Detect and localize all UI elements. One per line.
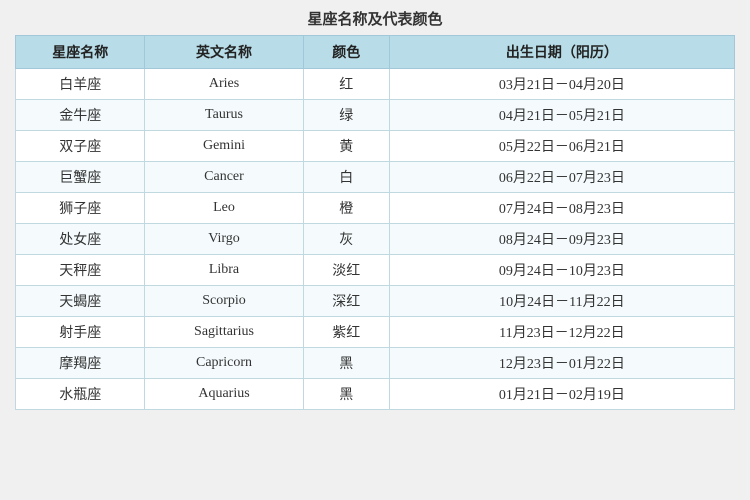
table-row: 天秤座Libra淡红09月24日－10月23日 <box>16 255 735 286</box>
cell-english: Virgo <box>145 224 303 255</box>
cell-color: 红 <box>303 69 389 100</box>
cell-date: 08月24日－09月23日 <box>389 224 734 255</box>
cell-chinese: 射手座 <box>16 317 145 348</box>
cell-chinese: 水瓶座 <box>16 379 145 410</box>
table-row: 金牛座Taurus绿04月21日－05月21日 <box>16 100 735 131</box>
cell-english: Libra <box>145 255 303 286</box>
cell-english: Leo <box>145 193 303 224</box>
cell-date: 01月21日－02月19日 <box>389 379 734 410</box>
cell-chinese: 双子座 <box>16 131 145 162</box>
cell-chinese: 处女座 <box>16 224 145 255</box>
cell-color: 绿 <box>303 100 389 131</box>
cell-date: 06月22日－07月23日 <box>389 162 734 193</box>
table-row: 摩羯座Capricorn黑12月23日－01月22日 <box>16 348 735 379</box>
cell-english: Gemini <box>145 131 303 162</box>
table-row: 处女座Virgo灰08月24日－09月23日 <box>16 224 735 255</box>
table-row: 水瓶座Aquarius黑01月21日－02月19日 <box>16 379 735 410</box>
cell-color: 黑 <box>303 379 389 410</box>
table-row: 双子座Gemini黄05月22日－06月21日 <box>16 131 735 162</box>
cell-date: 04月21日－05月21日 <box>389 100 734 131</box>
cell-chinese: 金牛座 <box>16 100 145 131</box>
header-date: 出生日期（阳历） <box>389 36 734 69</box>
zodiac-table: 星座名称 英文名称 颜色 出生日期（阳历） 白羊座Aries红03月21日－04… <box>15 35 735 410</box>
cell-english: Aquarius <box>145 379 303 410</box>
cell-date: 07月24日－08月23日 <box>389 193 734 224</box>
header-chinese: 星座名称 <box>16 36 145 69</box>
cell-english: Scorpio <box>145 286 303 317</box>
table-row: 巨蟹座Cancer白06月22日－07月23日 <box>16 162 735 193</box>
cell-date: 05月22日－06月21日 <box>389 131 734 162</box>
cell-english: Sagittarius <box>145 317 303 348</box>
cell-english: Capricorn <box>145 348 303 379</box>
cell-chinese: 天秤座 <box>16 255 145 286</box>
table-row: 白羊座Aries红03月21日－04月20日 <box>16 69 735 100</box>
cell-english: Taurus <box>145 100 303 131</box>
cell-color: 淡红 <box>303 255 389 286</box>
cell-color: 深红 <box>303 286 389 317</box>
header-color: 颜色 <box>303 36 389 69</box>
cell-chinese: 狮子座 <box>16 193 145 224</box>
cell-english: Cancer <box>145 162 303 193</box>
cell-chinese: 白羊座 <box>16 69 145 100</box>
header-english: 英文名称 <box>145 36 303 69</box>
cell-color: 橙 <box>303 193 389 224</box>
cell-color: 紫红 <box>303 317 389 348</box>
cell-date: 11月23日－12月22日 <box>389 317 734 348</box>
cell-color: 黑 <box>303 348 389 379</box>
table-body: 白羊座Aries红03月21日－04月20日金牛座Taurus绿04月21日－0… <box>16 69 735 410</box>
table-row: 天蝎座Scorpio深红10月24日－11月22日 <box>16 286 735 317</box>
cell-date: 10月24日－11月22日 <box>389 286 734 317</box>
cell-date: 03月21日－04月20日 <box>389 69 734 100</box>
cell-color: 白 <box>303 162 389 193</box>
cell-chinese: 摩羯座 <box>16 348 145 379</box>
cell-english: Aries <box>145 69 303 100</box>
cell-date: 12月23日－01月22日 <box>389 348 734 379</box>
table-header-row: 星座名称 英文名称 颜色 出生日期（阳历） <box>16 36 735 69</box>
cell-date: 09月24日－10月23日 <box>389 255 734 286</box>
cell-color: 灰 <box>303 224 389 255</box>
cell-color: 黄 <box>303 131 389 162</box>
table-row: 射手座Sagittarius紫红11月23日－12月22日 <box>16 317 735 348</box>
table-row: 狮子座Leo橙07月24日－08月23日 <box>16 193 735 224</box>
cell-chinese: 巨蟹座 <box>16 162 145 193</box>
page-title: 星座名称及代表颜色 <box>15 8 735 29</box>
main-container: 星座名称及代表颜色 星座名称 英文名称 颜色 出生日期（阳历） 白羊座Aries… <box>15 8 735 410</box>
cell-chinese: 天蝎座 <box>16 286 145 317</box>
